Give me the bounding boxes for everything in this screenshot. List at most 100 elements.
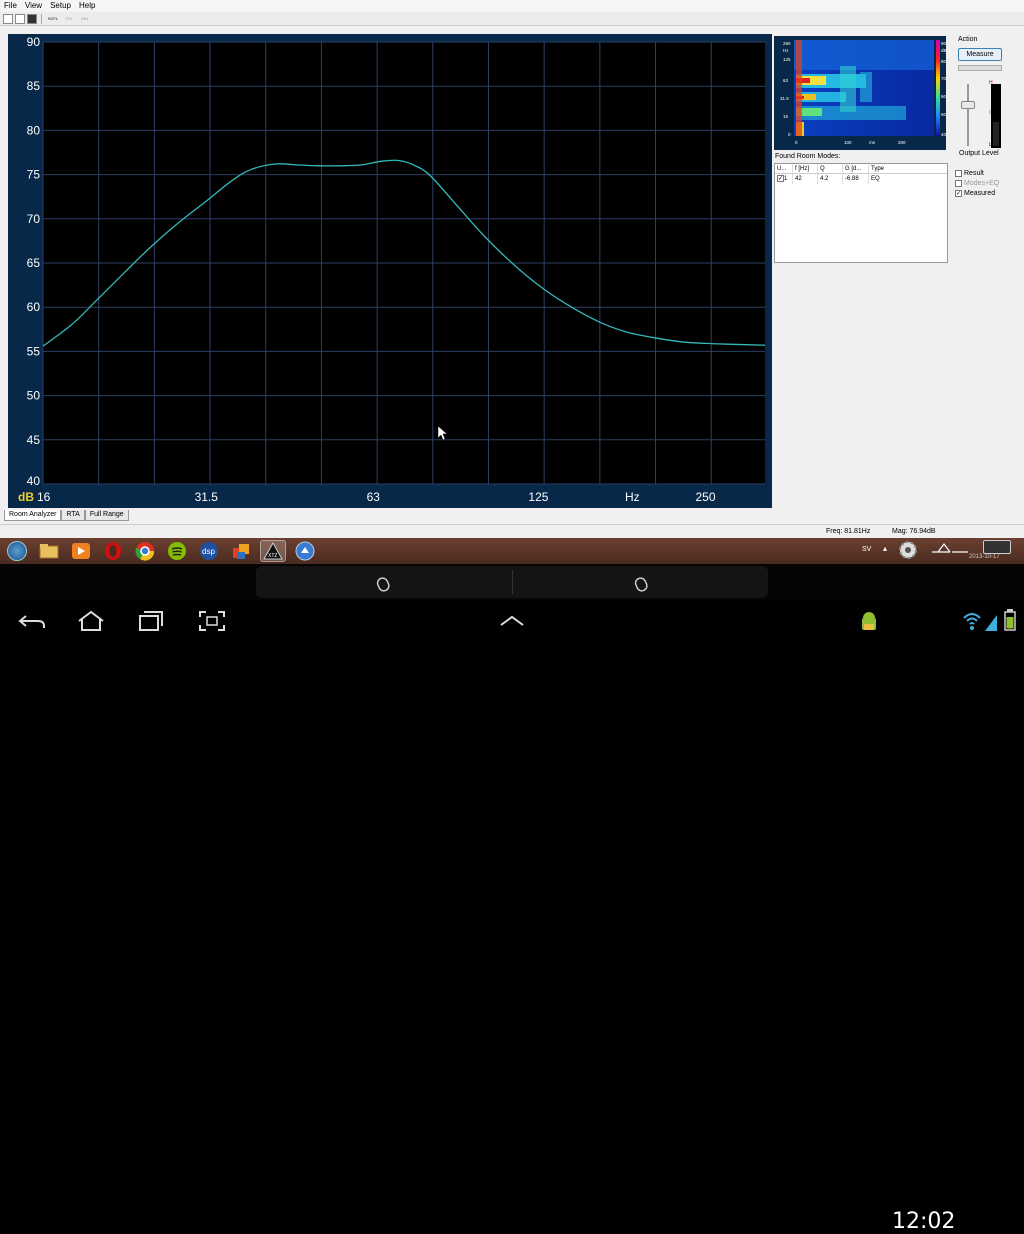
- taskbar-media-player[interactable]: [68, 540, 94, 562]
- battery-icon: [1004, 609, 1016, 631]
- view-tabs: Room Analyzer RTA Full Range: [4, 510, 129, 521]
- chart-svg: 45 50 55 60 65 70 75 80 85 90 40 16 31.5 63 125 250 dB…: [18, 35, 766, 504]
- y-tick-label: 60: [27, 300, 41, 314]
- toolbar-button-3[interactable]: DEL: [78, 14, 92, 23]
- recent-apps-icon[interactable]: [138, 610, 164, 632]
- y-tick-label: 40: [27, 474, 41, 488]
- frequency-response-chart[interactable]: 45 50 55 60 65 70 75 80 85 90 40 16 31.5 63 125 250 dB…: [8, 34, 772, 508]
- column-header[interactable]: Q: [818, 164, 843, 173]
- y-tick-label: 70: [27, 212, 41, 226]
- spotify-icon: [168, 542, 186, 560]
- column-header[interactable]: G [d...: [843, 164, 869, 173]
- wifi-icon: [963, 613, 981, 630]
- tray-gear-icon[interactable]: [895, 539, 921, 561]
- taskbar-chrome[interactable]: [132, 540, 158, 562]
- screenshot-icon[interactable]: [198, 610, 226, 632]
- mode-frequency: 42: [793, 174, 818, 184]
- home-icon[interactable]: [76, 610, 106, 632]
- mode-use-checkbox[interactable]: ✓: [777, 174, 784, 182]
- taskbar-explorer[interactable]: [36, 540, 62, 562]
- wf-xtick: ms: [869, 140, 876, 145]
- xtz-icon: XTZ: [263, 541, 283, 560]
- svg-text:dsp: dsp: [202, 547, 215, 556]
- status-frequency: Freq: 81.81Hz: [826, 528, 871, 535]
- taskbar-remote[interactable]: [292, 540, 318, 562]
- menu-file[interactable]: File: [4, 0, 17, 12]
- wf-ytick: 250: [783, 41, 791, 46]
- toolbar-button-2[interactable]: STL: [62, 14, 76, 23]
- toolbar-separator: [41, 13, 42, 24]
- taskbar-xtz-room-analyzer[interactable]: XTZ: [260, 540, 286, 562]
- y-tick-label: 80: [27, 123, 41, 137]
- taskbar-dsp[interactable]: dsp: [196, 540, 222, 562]
- mode-type: EQ: [871, 176, 880, 182]
- y-tick-label: 45: [27, 433, 41, 447]
- windows-logo-icon: [7, 541, 27, 561]
- mouse-button-panel[interactable]: [256, 566, 768, 598]
- remote-mouse-bar: [0, 564, 1024, 600]
- remote-icon: [295, 541, 315, 561]
- tab-room-analyzer[interactable]: Room Analyzer: [4, 510, 62, 521]
- tray-network-icon[interactable]: [930, 540, 970, 554]
- taskbar-spotify[interactable]: [164, 540, 190, 562]
- action-panel: Action Measure H G L Output Level: [955, 34, 1007, 164]
- output-level-slider[interactable]: [961, 101, 975, 109]
- option-label: Modes+EQ: [964, 179, 1000, 187]
- menu-bar: File View Setup Help: [0, 0, 1024, 12]
- android-notification-icon[interactable]: [858, 610, 880, 634]
- status-bar: Freq: 81.81Hz Mag: 76.94dB: [0, 524, 1024, 538]
- new-file-icon[interactable]: [3, 13, 13, 24]
- waterfall-svg: 250 Hz 125 63 31.5 16 0 0 100 ms 200 90 …: [780, 40, 947, 145]
- column-header[interactable]: f [Hz]: [793, 164, 818, 173]
- tab-rta[interactable]: RTA: [61, 510, 85, 521]
- touch-keyboard-icon[interactable]: [983, 540, 1011, 554]
- keyboard-language[interactable]: SV: [862, 546, 871, 553]
- open-folder-icon[interactable]: [15, 13, 25, 24]
- wf-ytick: 125: [783, 57, 791, 62]
- measure-button[interactable]: Measure: [958, 48, 1002, 61]
- output-level-label: Output Level: [959, 150, 999, 157]
- color-scale: [936, 40, 940, 136]
- menu-setup[interactable]: Setup: [50, 0, 71, 12]
- left-click-mouse-icon[interactable]: [374, 574, 394, 592]
- mode-use-cell[interactable]: ✓1: [775, 174, 793, 184]
- result-checkbox[interactable]: [955, 169, 962, 177]
- taskbar-opera[interactable]: [100, 540, 126, 562]
- wf-scale: 70: [941, 76, 946, 81]
- chevron-up-icon[interactable]: [498, 614, 526, 628]
- option-measured[interactable]: ✓ Measured: [955, 188, 1015, 198]
- option-label: Measured: [964, 189, 996, 197]
- wf-xtick: 0: [795, 140, 798, 145]
- right-click-mouse-icon[interactable]: [630, 574, 650, 592]
- option-result[interactable]: Result: [955, 168, 1015, 178]
- wf-scale: 80: [941, 59, 946, 64]
- action-label: Action: [958, 36, 978, 43]
- menu-view[interactable]: View: [25, 0, 42, 12]
- opera-icon: [105, 542, 121, 560]
- output-level-slider-track[interactable]: [967, 84, 969, 146]
- option-modes-eq[interactable]: Modes+EQ: [955, 178, 1015, 188]
- waterfall-chart[interactable]: 250 Hz 125 63 31.5 16 0 0 100 ms 200 90 …: [774, 36, 947, 150]
- taskbar-office[interactable]: [228, 540, 254, 562]
- tab-full-range[interactable]: Full Range: [84, 510, 129, 521]
- start-button[interactable]: [4, 540, 30, 562]
- save-icon[interactable]: [27, 13, 37, 24]
- y-tick-label: 90: [27, 35, 41, 49]
- table-row[interactable]: ✓1 42 4.2 -6.88 EQ: [775, 174, 947, 184]
- wf-ytick: 63: [783, 78, 789, 83]
- modes-eq-checkbox[interactable]: [955, 179, 962, 187]
- column-header[interactable]: U...: [775, 164, 793, 173]
- tray-expand-icon[interactable]: ▴: [883, 544, 887, 553]
- menu-help[interactable]: Help: [79, 0, 95, 12]
- room-modes-table[interactable]: U... f [Hz] Q G [d... Type ✓1 42 4.2 -6.…: [774, 163, 948, 263]
- wf-xtick: 100: [844, 140, 852, 145]
- wf-scale: dB: [941, 48, 946, 53]
- back-icon[interactable]: [18, 612, 46, 630]
- toolbar-button-1[interactable]: SCFL: [46, 14, 60, 23]
- option-label: Result: [964, 169, 984, 177]
- y-axis-label: dB: [18, 490, 34, 504]
- column-header[interactable]: Type: [869, 164, 909, 173]
- wf-scale: 50: [941, 112, 946, 117]
- level-meter: [991, 84, 1001, 148]
- measured-checkbox[interactable]: ✓: [955, 189, 962, 197]
